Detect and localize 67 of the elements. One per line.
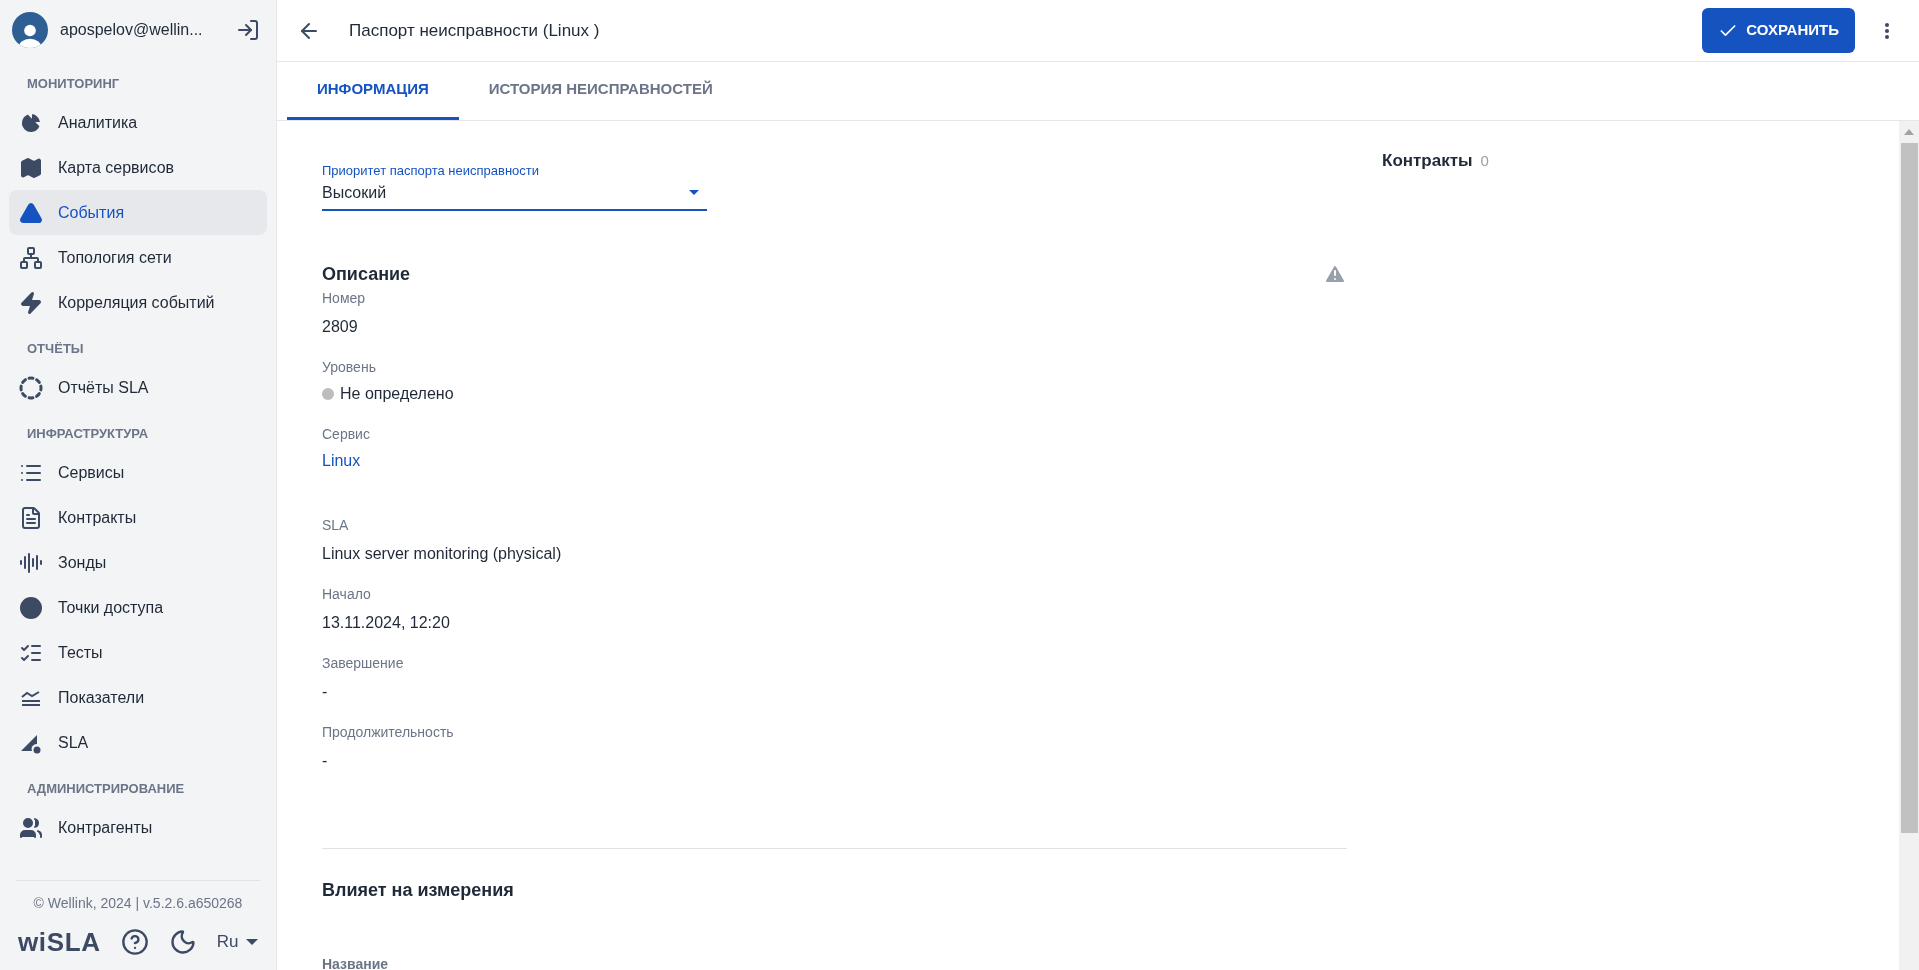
ring-icon xyxy=(19,375,43,400)
nav-item[interactable]: Корреляция событий xyxy=(9,280,267,325)
field-label: Начало xyxy=(322,584,371,604)
theme-button[interactable] xyxy=(168,928,197,956)
help-icon xyxy=(120,928,149,956)
contracts-title: Контракты xyxy=(1382,150,1473,172)
select-value: Высокий xyxy=(322,182,387,203)
nav-item[interactable]: Тесты xyxy=(9,630,267,675)
nav-item[interactable]: Топология сети xyxy=(9,235,267,280)
moon-icon xyxy=(168,928,197,956)
logout-icon xyxy=(236,18,260,42)
field-label: Завершение xyxy=(322,653,404,673)
field-value: 2809 xyxy=(322,316,358,337)
tab[interactable]: ИНФОРМАЦИЯ xyxy=(287,62,459,120)
map-icon xyxy=(19,155,43,180)
scrollbar[interactable] xyxy=(1899,121,1919,970)
nav-item[interactable]: Зонды xyxy=(9,540,267,585)
caret-icon xyxy=(689,190,699,195)
field-label: Продолжительность xyxy=(322,722,454,742)
field-value: - xyxy=(322,681,328,702)
people-icon xyxy=(19,815,43,840)
copyright-text: © Wellink, 2024 | v.5.2.6.a650268 xyxy=(32,894,244,913)
section-heading: АДМИНИСТРИРОВАНИЕ xyxy=(26,780,186,799)
priority-select[interactable]: Приоритет паспорта неисправности Высокий xyxy=(322,161,707,211)
app-logo: wiSLA xyxy=(18,925,101,959)
warning-icon xyxy=(19,200,43,225)
page-title: Паспорт неисправности (Linux ) xyxy=(349,19,601,42)
nav-item[interactable]: SLA xyxy=(9,720,267,765)
section-heading: МОНИТОРИНГ xyxy=(26,75,121,94)
field-label: Сервис xyxy=(322,424,370,444)
more-icon xyxy=(1885,22,1889,39)
field-value: - xyxy=(322,750,328,771)
section-heading: ОТЧЁТЫ xyxy=(26,340,85,359)
field-label: SLA xyxy=(322,515,349,535)
lightning-icon xyxy=(19,290,43,315)
service-link[interactable]: Linux xyxy=(322,448,361,473)
field-label: Уровень xyxy=(322,357,376,377)
nav-item[interactable]: Отчёты SLA xyxy=(9,365,267,410)
save-button[interactable]: СОХРАНИТЬ xyxy=(1702,8,1855,53)
nav-item[interactable]: Контрагенты xyxy=(9,805,267,850)
field-value: Linux server monitoring (physical) xyxy=(322,543,562,564)
nav-item[interactable]: События xyxy=(9,190,267,235)
circle-icon xyxy=(19,595,43,620)
topology-icon xyxy=(19,245,43,270)
document-icon xyxy=(19,505,43,530)
field-value: 13.11.2024, 12:20 xyxy=(322,612,450,633)
field-label: Приоритет паспорта неисправности xyxy=(322,162,541,180)
field-value: Не определено xyxy=(340,383,454,404)
language-select[interactable]: Ru xyxy=(216,929,259,955)
nav-item[interactable]: Показатели xyxy=(9,675,267,720)
nav-item[interactable]: Контракты xyxy=(9,495,267,540)
section-heading: ИНФРАСТРУКТУРА xyxy=(26,425,150,444)
user-email: apospelov@wellin... xyxy=(60,20,204,40)
sound-wave-icon xyxy=(19,550,43,575)
nav-item[interactable]: Аналитика xyxy=(9,100,267,145)
field-label: Номер xyxy=(322,288,366,308)
section-title: Влияет на измерения xyxy=(322,878,514,902)
nav-item[interactable]: Точки доступа xyxy=(9,585,267,630)
nav-item[interactable]: Сервисы xyxy=(9,450,267,495)
nav-item[interactable]: Карта сервисов xyxy=(9,145,267,190)
caret-icon xyxy=(246,939,259,945)
column-header: Название xyxy=(322,954,389,970)
avatar-icon[interactable] xyxy=(12,12,48,48)
section-title: Описание xyxy=(322,262,411,286)
help-button[interactable] xyxy=(120,928,149,956)
tab[interactable]: ИСТОРИЯ НЕИСПРАВНОСТЕЙ xyxy=(458,62,743,120)
contracts-count: 0 xyxy=(1480,151,1489,171)
